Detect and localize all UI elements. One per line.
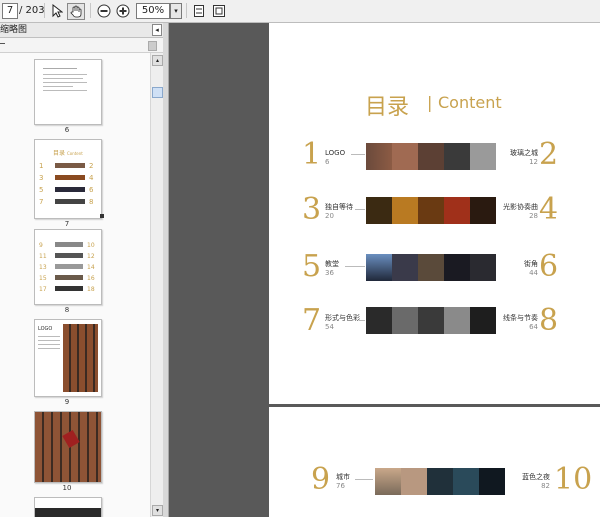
thumb-logo-text: LOGO <box>38 326 53 332</box>
page-total-label: / 203 <box>19 5 45 16</box>
toc-line <box>345 266 365 267</box>
toc-entry: 玻璃之城 12 <box>510 149 538 166</box>
scroll-thumb[interactable] <box>152 87 163 98</box>
thumb-nums-right: 2468 <box>89 162 94 206</box>
thumb-nums-left: 9 11 13 15 17 <box>39 242 47 293</box>
toc-number: 10 <box>554 462 593 497</box>
toc-image-strip <box>366 307 496 334</box>
document-viewer[interactable]: 目录 | Content 1 LOGO 6 玻璃之城 12 2 3 独自等待 20 光… <box>169 23 600 517</box>
panel-header: 缩略图 ◂ <box>0 23 163 38</box>
thumbnail-page-8[interactable]: 9 11 13 15 17 10 12 14 16 18 <box>34 229 102 305</box>
toc-entry: 城市 76 <box>336 473 350 490</box>
toc-entry: 线条与节奏 64 <box>503 314 538 331</box>
toolbar-divider <box>90 3 91 18</box>
toc-number: 8 <box>539 303 559 338</box>
toc-number: 5 <box>302 249 322 284</box>
zoom-level-field[interactable]: 50% <box>136 3 170 19</box>
thumbnails-panel: 缩略图 ◂ 6 目录 Content 1357 2468 7 9 11 13 1… <box>0 23 164 517</box>
thumbnail-page-7[interactable]: 目录 Content 1357 2468 <box>34 139 102 219</box>
toc-entry: 教堂 36 <box>325 260 339 277</box>
toc-entry: 蓝色之夜 82 <box>522 473 550 490</box>
thumbnail-page-6[interactable] <box>34 59 102 125</box>
toc-image-strip <box>366 143 496 170</box>
thumbnail-label: 7 <box>64 220 70 228</box>
toc-number: 3 <box>302 192 322 227</box>
title-separator: | <box>427 93 433 112</box>
toc-entry: 形式与色彩 54 <box>325 314 360 331</box>
collapse-panel-button[interactable]: ◂ <box>152 24 162 36</box>
zoom-out-icon[interactable] <box>96 3 112 18</box>
toc-entry: 独自等待 20 <box>325 203 353 220</box>
thumbnail-page-9[interactable]: LOGO <box>34 319 102 397</box>
document-page-7: 目录 | Content 1 LOGO 6 玻璃之城 12 2 3 独自等待 20 光… <box>269 23 600 404</box>
thumb-nums-left: 1357 <box>39 162 44 206</box>
page-title-en: Content <box>438 93 502 112</box>
toc-line <box>351 154 365 155</box>
toc-entry: 街角 44 <box>524 260 538 277</box>
fit-width-icon[interactable] <box>212 3 226 18</box>
toc-number: 7 <box>302 303 322 338</box>
toc-number: 9 <box>311 462 331 497</box>
toc-line <box>359 320 365 321</box>
toolbar: 7 / 203 50% ▾ <box>0 0 600 23</box>
thumbnail-list: 6 目录 Content 1357 2468 7 9 11 13 15 17 10 12 1… <box>0 53 150 517</box>
scroll-up-icon[interactable]: ▴ <box>152 55 163 66</box>
panel-title: 缩略图 <box>0 25 28 35</box>
thumb-nums-right: 10 12 14 16 18 <box>87 242 95 293</box>
scroll-down-icon[interactable]: ▾ <box>152 505 163 516</box>
toc-number: 1 <box>302 137 322 172</box>
chevron-down-icon: ▾ <box>174 7 178 15</box>
toc-number: 2 <box>539 137 559 172</box>
toolbar-divider <box>44 3 45 18</box>
thumb-toc-title: 目录 Content <box>53 150 83 157</box>
panel-options-bar <box>0 38 163 53</box>
toc-entry: LOGO 6 <box>325 149 346 166</box>
thumbnail-page-10[interactable] <box>34 411 102 483</box>
thumbnail-scrollbar[interactable]: ▴ ▾ <box>150 53 163 517</box>
toolbar-divider <box>186 3 187 18</box>
toc-image-strip <box>366 197 496 224</box>
thumbnail-label: 6 <box>64 126 70 134</box>
toc-entry: 光影协奏曲 28 <box>503 203 538 220</box>
options-menu-icon[interactable] <box>0 43 5 44</box>
thumbnail-label: 10 <box>62 484 72 492</box>
toc-line <box>355 209 365 210</box>
page-number-input[interactable]: 7 <box>2 3 18 19</box>
select-arrow-icon[interactable] <box>50 3 64 18</box>
hand-tool-icon[interactable] <box>67 3 85 20</box>
toc-line <box>355 479 373 480</box>
toc-image-strip <box>366 254 496 281</box>
fit-page-icon[interactable] <box>192 3 206 18</box>
thumbnail-page-11[interactable] <box>34 497 102 517</box>
thumbnail-label: 9 <box>64 398 70 406</box>
document-page-8: 9 城市 76 蓝色之夜 82 10 <box>269 407 600 517</box>
toc-image-strip <box>375 468 505 495</box>
toc-number: 6 <box>539 249 559 284</box>
thumbnail-label: 8 <box>64 306 70 314</box>
trash-icon[interactable] <box>148 41 157 51</box>
toc-number: 4 <box>539 192 559 227</box>
zoom-dropdown-button[interactable]: ▾ <box>170 3 182 19</box>
zoom-in-icon[interactable] <box>115 3 131 18</box>
page-title-cn: 目录 <box>365 95 410 120</box>
